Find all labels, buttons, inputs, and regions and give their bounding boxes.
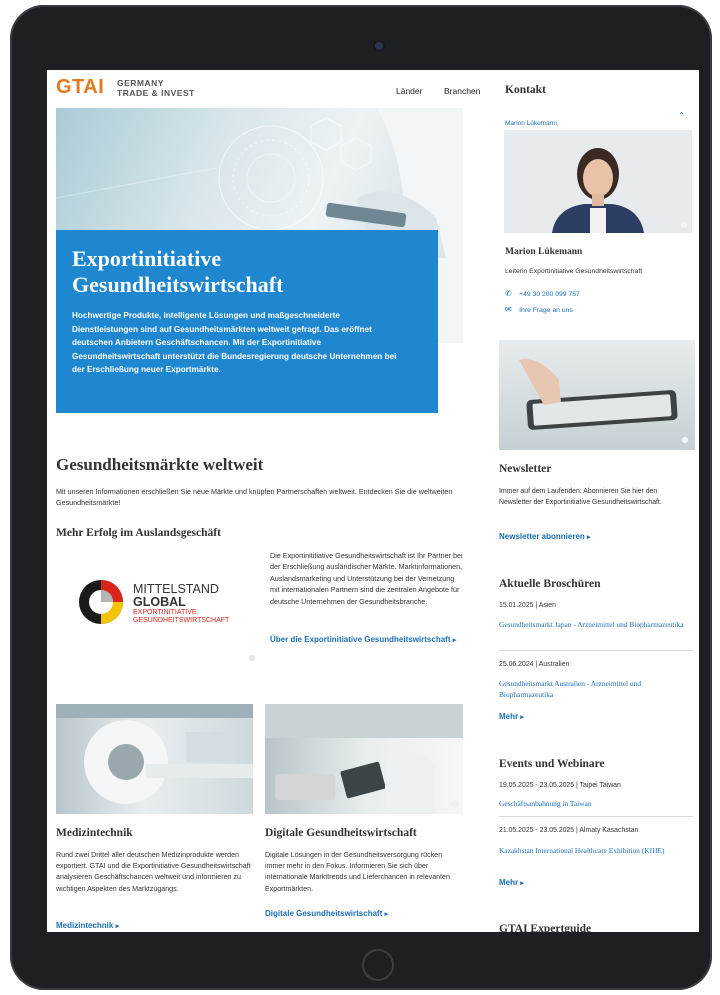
- contact-title: Kontakt: [505, 84, 546, 96]
- brochures-more-link[interactable]: Mehr ▸: [499, 712, 524, 721]
- contact-phone-number: +49 30 200 099 757: [519, 291, 580, 298]
- newsletter-title: Newsletter: [499, 463, 552, 475]
- card-title-medizintechnik: Medizintechnik: [56, 827, 133, 839]
- card-title-digital: Digitale Gesundheitswirtschaft: [265, 827, 417, 839]
- event-meta-2: 21.05.2025 - 23.05.2025 | Almaty Kasachs…: [499, 827, 639, 834]
- contact-toggle[interactable]: Marion Lükemann ⌃: [505, 111, 691, 127]
- events-more-label: Mehr: [499, 878, 519, 887]
- chevron-right-icon: ▸: [587, 534, 591, 541]
- chevron-right-icon: ▸: [520, 880, 524, 887]
- markets-subtitle: Mehr Erfolg im Auslandsgeschäft: [56, 527, 221, 539]
- mg-line1: MITTELSTAND: [133, 582, 219, 596]
- event-title-1[interactable]: Geschäftsanbahnung in Taiwan: [499, 799, 689, 808]
- newsletter-image: [499, 340, 695, 450]
- hero-title-line1: Exportinitiative: [72, 246, 222, 271]
- tablet-hand-graphic: [265, 704, 463, 814]
- chevron-right-icon: ▸: [115, 923, 120, 930]
- mail-icon: ✉: [505, 305, 512, 314]
- newsletter-link[interactable]: Newsletter abonnieren ▸: [499, 532, 591, 541]
- gtai-logo[interactable]: GTAI GERMANY TRADE & INVEST: [56, 76, 206, 100]
- newsletter-text: Immer auf dem Laufenden: Abonnieren Sie …: [499, 488, 662, 506]
- event-meta-1: 19.05.2025 - 23.05.2025 | Taipei Taiwan: [499, 782, 621, 789]
- markets-intro: Mit unseren Informationen erschließen Si…: [56, 487, 453, 507]
- brochures-more-label: Mehr: [499, 712, 519, 721]
- contact-ask-link[interactable]: ✉ Ihre Frage an uns: [505, 299, 573, 317]
- markets-title: Gesundheitsmärkte weltweit: [56, 455, 264, 474]
- brochure-title-1[interactable]: Gesundheitsmarkt Japan - Arzneimittel un…: [499, 619, 689, 630]
- web-page: GTAI GERMANY TRADE & INVEST Länder Branc…: [47, 70, 699, 932]
- digitale-gesundheitswirtschaft-image[interactable]: [265, 704, 463, 814]
- contact-photo: [504, 130, 692, 233]
- card-text-digital: Digitale Lösungen in der Gesundheitsvers…: [265, 851, 450, 893]
- brochure-divider: [499, 650, 693, 651]
- contact-role: Leiterin Exportinitiative Gesundheitswir…: [505, 268, 643, 275]
- about-initiative-label: Über die Exportinitiative Gesundheitswir…: [270, 635, 451, 644]
- brochures-title: Aktuelle Broschüren: [499, 578, 601, 590]
- chevron-up-icon: ⌃: [678, 111, 685, 120]
- logo-line2: TRADE & INVEST: [117, 88, 195, 98]
- mri-scanner-graphic: [56, 704, 253, 804]
- markets-description: Die Exportinititiative Gesundheitswirtsc…: [270, 551, 463, 606]
- chevron-right-icon: ▸: [384, 911, 389, 918]
- events-title: Events und Webinare: [499, 758, 605, 770]
- contact-toggle-label: Marion Lükemann: [505, 120, 558, 127]
- brochure-meta-1: 15.01.2025 | Asien: [499, 602, 556, 609]
- expertguide-title: GTAI Expertguide: [499, 923, 592, 932]
- newsletter-link-label: Newsletter abonnieren: [499, 532, 585, 541]
- hand-tablet-graphic: [519, 359, 688, 443]
- contact-name: Marion Lükemann: [505, 247, 583, 257]
- contact-ask-label: Ihre Frage an uns: [519, 307, 573, 314]
- about-initiative-link[interactable]: Über die Exportinitiative Gesundheitswir…: [270, 635, 470, 644]
- medizintechnik-link-label: Medizintechnik: [56, 921, 114, 930]
- event-divider: [499, 816, 693, 817]
- card-text-medizintechnik: Rund zwei Drittel aller deutschen Medizi…: [56, 851, 251, 893]
- nav-item-branchen[interactable]: Branchen: [444, 86, 480, 96]
- mg-logo-icon: [79, 580, 123, 624]
- chevron-right-icon: ▸: [452, 637, 457, 644]
- events-more-link[interactable]: Mehr ▸: [499, 878, 524, 887]
- mittelstand-global-logo: MITTELSTAND GLOBAL EXPORTINITIATIVE GESU…: [77, 578, 257, 628]
- hero-text: Hochwertige Produkte, intelligente Lösun…: [72, 311, 397, 374]
- hero-text-box: Exportinitiative Gesundheitswirtschaft H…: [56, 230, 438, 413]
- portrait-graphic: [552, 148, 687, 233]
- home-button[interactable]: [362, 949, 394, 981]
- logo-line1: GERMANY: [117, 78, 164, 88]
- logo-mark: GTAI: [56, 76, 105, 98]
- event-title-2[interactable]: Kazakhstan International Healthcare Exhi…: [499, 845, 689, 856]
- medizintechnik-link[interactable]: Medizintechnik ▸: [56, 921, 119, 930]
- brochure-title-2[interactable]: Gesundheitsmarkt Australien - Arzneimitt…: [499, 678, 689, 700]
- mg-line3: EXPORTINITIATIVE: [133, 609, 197, 616]
- nav-item-laender[interactable]: Länder: [396, 86, 422, 96]
- mg-line2: GLOBAL: [133, 595, 186, 609]
- hero-title-line2: Gesundheitswirtschaft: [72, 272, 284, 297]
- brochure-meta-2: 25.06.2024 | Australien: [499, 661, 570, 668]
- carousel-dot[interactable]: [249, 655, 255, 661]
- digital-link-label: Digitale Gesundheitswirtschaft: [265, 909, 383, 918]
- camera-icon: [375, 42, 383, 50]
- phone-icon: ✆: [505, 289, 512, 298]
- digital-link[interactable]: Digitale Gesundheitswirtschaft ▸: [265, 909, 388, 918]
- medizintechnik-image[interactable]: [56, 704, 253, 814]
- mg-line4: GESUNDHEITSWIRTSCHAFT: [133, 617, 230, 624]
- chevron-right-icon: ▸: [520, 714, 524, 721]
